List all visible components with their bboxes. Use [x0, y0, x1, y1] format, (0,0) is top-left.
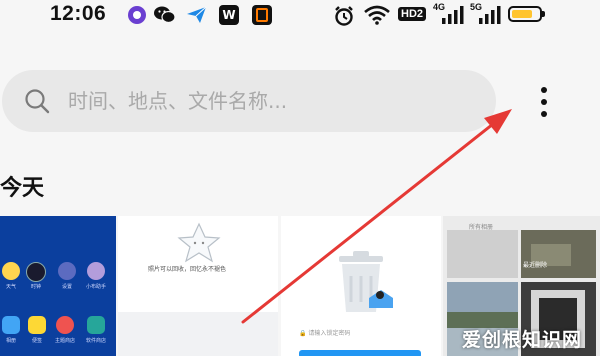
watermark: 爱创根知识网	[462, 329, 583, 351]
annotation-arrow-icon	[241, 109, 512, 324]
